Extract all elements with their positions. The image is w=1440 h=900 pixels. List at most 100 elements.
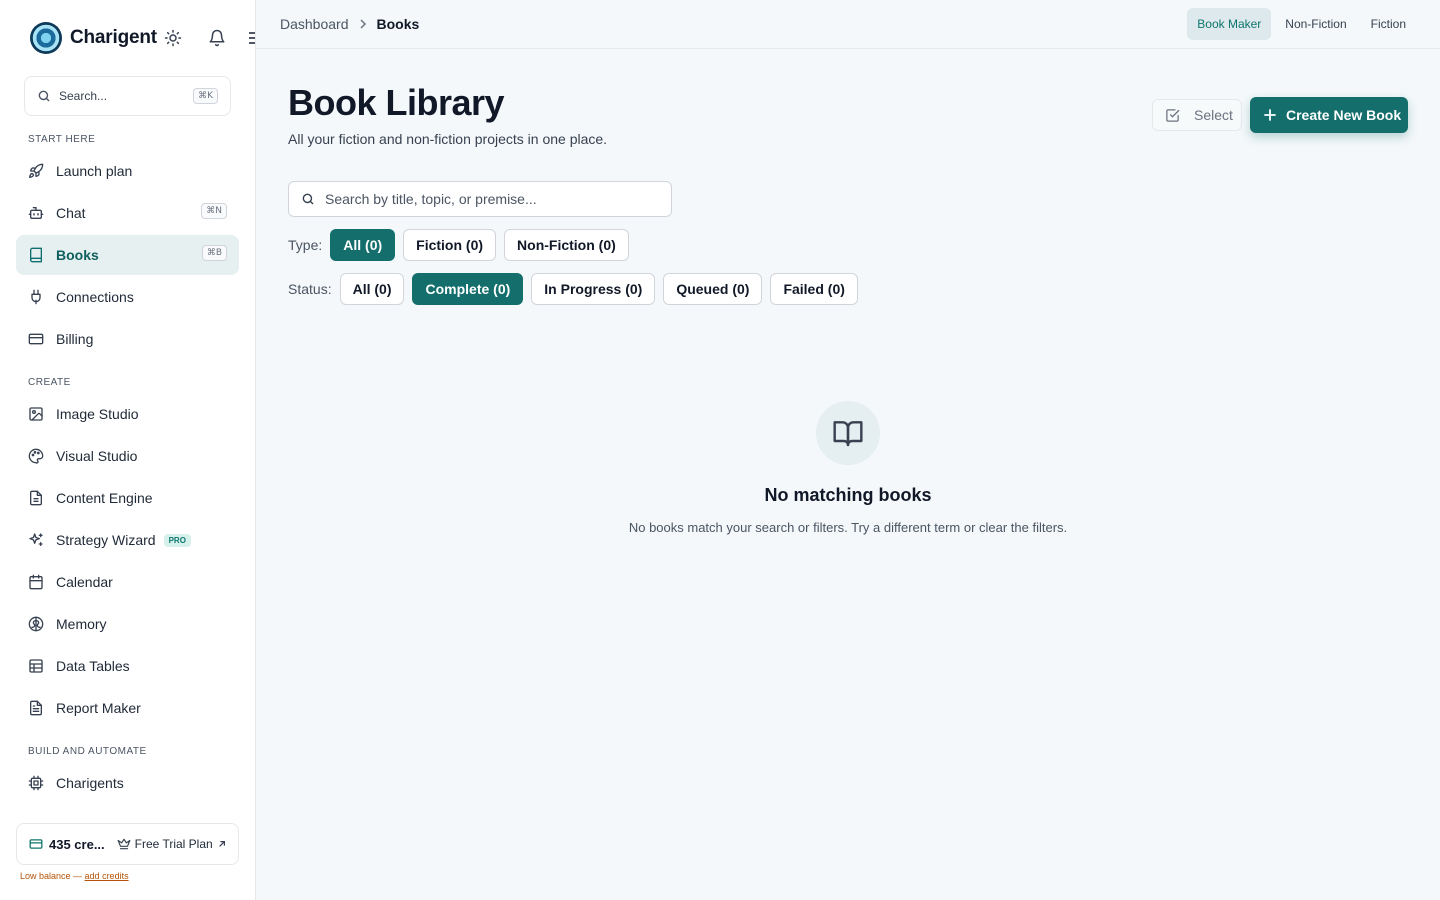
- calendar-icon: [28, 574, 44, 590]
- books-shortcut: ⌘B: [201, 245, 227, 261]
- status-filter-failed[interactable]: Failed (0): [770, 273, 858, 305]
- sidebar-item-label: Connections: [56, 289, 134, 305]
- book-search-input[interactable]: [325, 191, 655, 207]
- sidebar-item-connections[interactable]: Connections: [16, 277, 239, 317]
- empty-state-title: No matching books: [0, 485, 1440, 506]
- top-bar: Dashboard Books Book Maker Non-Fiction F…: [256, 0, 1440, 49]
- tab-book-maker[interactable]: Book Maker: [1187, 8, 1272, 40]
- sidebar-item-calendar[interactable]: Calendar: [16, 562, 239, 602]
- cpu-icon: [28, 775, 44, 791]
- wallet-icon: [29, 837, 43, 851]
- sidebar-item-strategy-wizard[interactable]: Strategy Wizard PRO: [16, 520, 239, 560]
- search-shortcut: ⌘K: [193, 88, 218, 104]
- book-icon: [28, 247, 44, 263]
- chat-shortcut: ⌘N: [201, 203, 227, 219]
- brand[interactable]: Charigent: [30, 22, 157, 54]
- section-build-and-automate: BUILD AND AUTOMATE: [28, 746, 147, 757]
- crown-icon: [117, 837, 131, 851]
- plus-icon: [1264, 109, 1276, 121]
- checkbox-square-icon: [1165, 108, 1180, 123]
- plan-name: Free Trial Plan: [134, 837, 213, 851]
- sidebar-item-label: Image Studio: [56, 406, 139, 422]
- page-title: Book Library: [288, 82, 505, 123]
- sidebar-item-label: Data Tables: [56, 658, 130, 674]
- status-filter-complete[interactable]: Complete (0): [412, 273, 524, 305]
- section-start-here: START HERE: [28, 134, 96, 145]
- image-icon: [28, 406, 44, 422]
- app-name: Charigent: [70, 27, 157, 48]
- external-arrow-icon: [218, 840, 226, 848]
- sidebar-item-label: Charigents: [56, 775, 124, 791]
- sidebar-item-launch-plan[interactable]: Launch plan: [16, 151, 239, 191]
- sidebar-item-billing[interactable]: Billing: [16, 319, 239, 359]
- type-filter-row: Type: All (0) Fiction (0) Non-Fiction (0…: [288, 229, 637, 261]
- sidebar-item-data-tables[interactable]: Data Tables: [16, 646, 239, 686]
- type-filter-fiction[interactable]: Fiction (0): [403, 229, 497, 261]
- type-filter-all[interactable]: All (0): [330, 229, 396, 261]
- empty-state-description: No books match your search or filters. T…: [628, 520, 1068, 535]
- sidebar-item-label: Launch plan: [56, 163, 133, 179]
- sidebar-item-visual-studio[interactable]: Visual Studio: [16, 436, 239, 476]
- sidebar-item-label: Chat: [56, 205, 86, 221]
- type-filter-non-fiction[interactable]: Non-Fiction (0): [504, 229, 629, 261]
- plug-icon: [28, 289, 44, 305]
- sidebar: Charigent Search... ⌘K START HERE Launch…: [0, 0, 256, 900]
- tab-fiction[interactable]: Fiction: [1361, 8, 1416, 40]
- table-icon: [28, 658, 44, 674]
- rocket-icon: [28, 163, 44, 179]
- sidebar-item-label: Visual Studio: [56, 448, 138, 464]
- brain-icon: [28, 616, 44, 632]
- credits-panel[interactable]: 435 cre... Free Trial Plan: [16, 823, 239, 865]
- status-filter-in-progress[interactable]: In Progress (0): [531, 273, 656, 305]
- sidebar-item-label: Strategy Wizard: [56, 532, 156, 548]
- page-subtitle: All your fiction and non-fiction project…: [288, 131, 608, 147]
- sparkles-icon: [28, 532, 44, 548]
- sidebar-item-image-studio[interactable]: Image Studio: [16, 394, 239, 434]
- sidebar-item-label: Report Maker: [56, 700, 141, 716]
- low-balance-notice: Low balance — add credits: [20, 871, 129, 881]
- status-filter-label: Status:: [288, 281, 332, 297]
- search-icon: [301, 192, 315, 206]
- sidebar-item-charigents[interactable]: Charigents: [16, 763, 239, 803]
- palette-icon: [28, 448, 44, 464]
- sidebar-search-placeholder: Search...: [59, 89, 108, 103]
- open-book-icon: [833, 421, 863, 447]
- collapse-sidebar-icon[interactable]: [249, 31, 255, 45]
- breadcrumb-books: Books: [376, 16, 420, 32]
- top-tabs: Book Maker Non-Fiction Fiction: [1183, 8, 1416, 40]
- theme-toggle-sun-icon[interactable]: [164, 29, 182, 47]
- sidebar-item-report-maker[interactable]: Report Maker: [16, 688, 239, 728]
- sidebar-item-label: Billing: [56, 331, 94, 347]
- breadcrumb-dashboard[interactable]: Dashboard: [280, 16, 349, 32]
- search-icon: [37, 89, 51, 103]
- empty-state-icon: [816, 401, 880, 465]
- chevron-right-icon: [359, 19, 367, 29]
- add-credits-link[interactable]: add credits: [85, 871, 129, 881]
- sidebar-item-books[interactable]: Books ⌘B: [16, 235, 239, 275]
- create-button-label: Create New Book: [1286, 107, 1402, 123]
- create-new-book-button[interactable]: Create New Book: [1250, 97, 1408, 133]
- sidebar-item-chat[interactable]: Chat ⌘N: [16, 193, 239, 233]
- breadcrumb: Dashboard Books: [280, 16, 419, 32]
- low-balance-text: Low balance —: [20, 871, 85, 881]
- pro-badge: PRO: [163, 533, 191, 547]
- section-create: CREATE: [28, 377, 71, 388]
- type-filter-label: Type:: [288, 237, 323, 253]
- sidebar-search[interactable]: Search... ⌘K: [24, 76, 231, 116]
- sidebar-item-label: Memory: [56, 616, 107, 632]
- empty-state-title-text: No matching books: [764, 485, 932, 505]
- tab-non-fiction[interactable]: Non-Fiction: [1275, 8, 1356, 40]
- book-search[interactable]: [288, 181, 672, 217]
- report-icon: [28, 700, 44, 716]
- select-button[interactable]: Select: [1152, 99, 1242, 131]
- status-filter-queued[interactable]: Queued (0): [663, 273, 763, 305]
- sidebar-item-label: Books: [56, 247, 99, 263]
- select-button-label: Select: [1194, 107, 1233, 123]
- credits-balance: 435 cre...: [49, 836, 105, 852]
- status-filter-all[interactable]: All (0): [339, 273, 405, 305]
- bot-icon: [28, 205, 44, 221]
- notifications-bell-icon[interactable]: [208, 29, 226, 47]
- sidebar-item-label: Calendar: [56, 574, 113, 590]
- app-logo: [30, 22, 62, 54]
- sidebar-item-memory[interactable]: Memory: [16, 604, 239, 644]
